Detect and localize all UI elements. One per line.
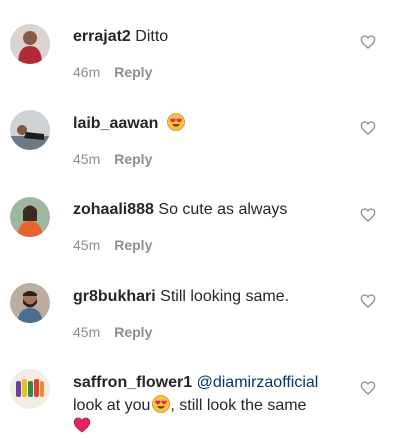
heart-eyes-emoji: [166, 113, 185, 131]
heart-outline-icon[interactable]: [360, 120, 376, 136]
comment-text: So cute as always: [158, 201, 288, 218]
comment-time: 46m: [73, 64, 101, 80]
comment-text: , still look the same: [170, 397, 307, 414]
reply-button[interactable]: Reply: [114, 151, 152, 167]
avatar[interactable]: [10, 369, 50, 409]
avatar[interactable]: [10, 283, 50, 323]
avatar[interactable]: [10, 24, 50, 64]
red-heart-emoji: [73, 416, 91, 434]
heart-outline-icon[interactable]: [360, 293, 376, 309]
comment-text: look at you: [73, 397, 151, 414]
heart-outline-icon[interactable]: [360, 34, 376, 50]
heart-outline-icon[interactable]: [360, 207, 376, 223]
reply-button[interactable]: Reply: [114, 64, 152, 80]
comment-username[interactable]: laib_aawan: [73, 115, 158, 132]
comment-username[interactable]: errajat2: [73, 28, 131, 45]
comment-username[interactable]: gr8bukhari: [73, 288, 156, 305]
reply-button[interactable]: Reply: [114, 324, 152, 340]
reply-button[interactable]: Reply: [114, 237, 152, 253]
comment-text: Ditto: [135, 28, 169, 45]
comment-time: 45m: [73, 237, 101, 253]
comment-time: 45m: [73, 324, 101, 340]
avatar[interactable]: [10, 197, 50, 237]
comment-text: Still looking same.: [160, 288, 290, 305]
avatar[interactable]: [10, 110, 50, 150]
heart-eyes-emoji: [152, 395, 171, 413]
heart-outline-icon[interactable]: [360, 380, 376, 396]
comment-username[interactable]: zohaali888: [73, 201, 154, 218]
mention-link[interactable]: @diamirzaofficial: [197, 374, 319, 391]
comment-username[interactable]: saffron_flower1: [73, 374, 192, 391]
comment-time: 45m: [73, 151, 101, 167]
